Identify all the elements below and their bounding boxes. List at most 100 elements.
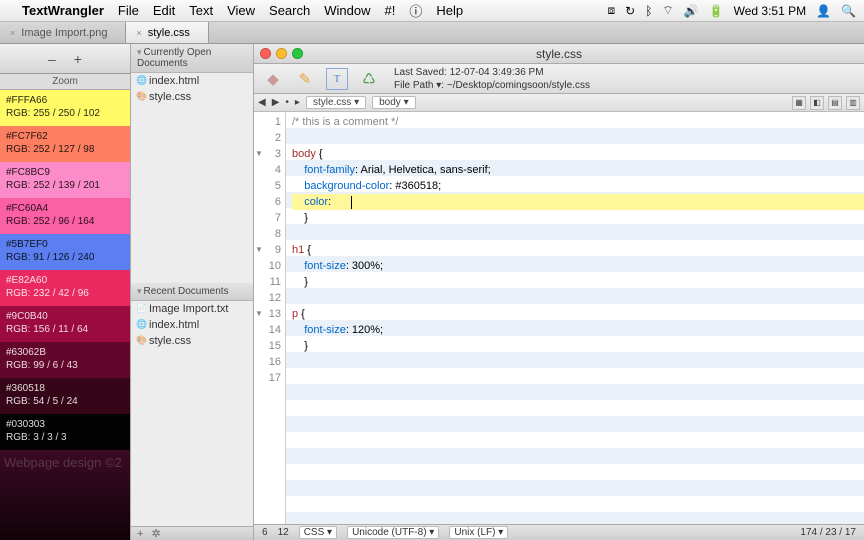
code-line[interactable]: h1 { <box>292 242 864 258</box>
add-button[interactable]: + <box>137 528 143 540</box>
clock[interactable]: Wed 3:51 PM <box>734 4 806 18</box>
color-swatch[interactable]: #FC60A4RGB: 252 / 96 / 164 <box>0 198 130 234</box>
navicon-1[interactable]: ▦ <box>792 96 806 110</box>
status-language[interactable]: CSS ▾ <box>299 526 337 539</box>
nav-back-button[interactable]: ◀ <box>258 97 266 108</box>
user-icon[interactable]: 👤 <box>816 4 831 18</box>
status-bar: 6 12 CSS ▾ Unicode (UTF-8) ▾ Unix (LF) ▾… <box>254 524 864 540</box>
drawer-item[interactable]: index.html <box>131 73 253 89</box>
color-swatch[interactable]: #FC7F62RGB: 252 / 127 / 98 <box>0 126 130 162</box>
code-line[interactable]: color: <box>292 194 864 210</box>
swatch-rgb: RGB: 252 / 96 / 164 <box>6 215 124 228</box>
code-line[interactable] <box>292 290 864 306</box>
menu-text[interactable]: Text <box>189 3 213 18</box>
code-line[interactable]: font-size: 120%; <box>292 322 864 338</box>
color-swatch[interactable]: #5B7EF0RGB: 91 / 126 / 240 <box>0 234 130 270</box>
drawer-item[interactable]: style.css <box>131 333 253 349</box>
menu-edit[interactable]: Edit <box>153 3 175 18</box>
navicon-3[interactable]: ▤ <box>828 96 842 110</box>
close-tab-icon[interactable]: × <box>136 28 141 38</box>
color-swatch[interactable]: #63062BRGB: 99 / 6 / 43 <box>0 342 130 378</box>
drawer-item[interactable]: Image Import.txt <box>131 301 253 317</box>
swatch-hex: #FFFA66 <box>6 94 124 107</box>
menu-file[interactable]: File <box>118 3 139 18</box>
code-area[interactable]: 12▼345678▼9101112▼1314151617 /* this is … <box>254 112 864 524</box>
app-menu[interactable]: TextWrangler <box>22 3 104 18</box>
code-line[interactable]: body { <box>292 146 864 162</box>
swatch-rgb: RGB: 54 / 5 / 24 <box>6 395 124 408</box>
color-swatch[interactable]: #9C0B40RGB: 156 / 11 / 64 <box>0 306 130 342</box>
tab-image-import[interactable]: × Image Import.png <box>0 22 126 43</box>
tab-label: style.css <box>148 27 190 39</box>
close-tab-icon[interactable]: × <box>10 28 15 38</box>
color-swatch[interactable]: #360518RGB: 54 / 5 / 24 <box>0 378 130 414</box>
color-swatch[interactable]: #FC8BC9RGB: 252 / 139 / 201 <box>0 162 130 198</box>
volume-icon[interactable]: 🔊 <box>684 4 699 18</box>
navicon-2[interactable]: ◧ <box>810 96 824 110</box>
menu-view[interactable]: View <box>227 3 255 18</box>
zoom-window-button[interactable] <box>292 48 303 59</box>
navicon-4[interactable]: ▥ <box>846 96 860 110</box>
swatch-rgb: RGB: 232 / 42 / 96 <box>6 287 124 300</box>
drawer-footer: + ✲ <box>131 526 253 540</box>
check-syntax-icon[interactable]: ♺ <box>358 68 380 90</box>
nav-marker[interactable]: • <box>285 97 289 108</box>
color-swatch[interactable]: #030303RGB: 3 / 3 / 3 <box>0 414 130 450</box>
swatch-rgb: RGB: 156 / 11 / 64 <box>6 323 124 336</box>
code-line[interactable]: } <box>292 210 864 226</box>
text-options-icon[interactable]: T <box>326 68 348 90</box>
color-swatch[interactable]: #FFFA66RGB: 255 / 250 / 102 <box>0 90 130 126</box>
menu-help[interactable]: Help <box>436 3 463 18</box>
gear-button[interactable]: ✲ <box>151 527 160 540</box>
swatch-hex: #63062B <box>6 346 124 359</box>
zoom-in-button[interactable]: + <box>74 51 82 67</box>
swatch-hex: #360518 <box>6 382 124 395</box>
code-lines[interactable]: /* this is a comment */ body { font-famil… <box>286 112 864 524</box>
code-line[interactable]: background-color: #360518; <box>292 178 864 194</box>
code-line[interactable] <box>292 130 864 146</box>
menu-shebang[interactable]: #! <box>384 3 395 18</box>
zoom-out-button[interactable]: – <box>48 51 56 67</box>
code-line[interactable]: p { <box>292 306 864 322</box>
code-line[interactable] <box>292 354 864 370</box>
code-line[interactable]: font-family: Arial, Helvetica, sans-seri… <box>292 162 864 178</box>
menu-window[interactable]: Window <box>324 3 370 18</box>
nav-counterpart[interactable]: ▸ <box>295 97 300 108</box>
code-line[interactable]: } <box>292 274 864 290</box>
code-line[interactable]: font-size: 300%; <box>292 258 864 274</box>
editor-navbar: ◀ ▶ • ▸ style.css ▾ body ▾ ▦ ◧ ▤ ▥ <box>254 94 864 112</box>
timemachine-icon[interactable]: ↻ <box>625 4 635 18</box>
status-col: 12 <box>278 527 289 538</box>
nav-file-popup[interactable]: style.css ▾ <box>306 96 366 109</box>
status-encoding[interactable]: Unicode (UTF-8) ▾ <box>347 526 439 539</box>
macos-menubar: TextWrangler File Edit Text View Search … <box>0 0 864 22</box>
image-preview-area: Webpage design ©2 <box>0 450 130 540</box>
close-window-button[interactable] <box>260 48 271 59</box>
file-path-label: File Path ▾: <box>394 80 444 91</box>
code-line[interactable]: /* this is a comment */ <box>292 114 864 130</box>
nav-symbol-popup[interactable]: body ▾ <box>372 96 416 109</box>
minimize-window-button[interactable] <box>276 48 287 59</box>
code-line[interactable] <box>292 226 864 242</box>
swatch-hex: #FC7F62 <box>6 130 124 143</box>
bluetooth-icon[interactable]: ᛒ <box>645 4 652 18</box>
last-saved-label: Last Saved: <box>394 67 447 78</box>
code-line[interactable] <box>292 370 864 386</box>
status-line-endings[interactable]: Unix (LF) ▾ <box>449 526 508 539</box>
color-swatch[interactable]: #E82A60RGB: 232 / 42 / 96 <box>0 270 130 306</box>
swatch-hex: #030303 <box>6 418 124 431</box>
doc-state-icon[interactable]: ◆ <box>262 68 284 90</box>
battery-icon[interactable]: 🔋 <box>709 4 724 18</box>
wifi-icon[interactable]: ⌔ <box>662 3 673 18</box>
menu-search[interactable]: Search <box>269 3 310 18</box>
pencil-icon[interactable]: ✎ <box>294 68 316 90</box>
spotlight-icon[interactable]: 🔍 <box>841 4 856 18</box>
drawer-item[interactable]: index.html <box>131 317 253 333</box>
menu-scripts[interactable]: ⓘ <box>409 1 422 20</box>
drawer-item[interactable]: style.css <box>131 89 253 105</box>
tab-style-css[interactable]: × style.css <box>126 22 208 43</box>
dropbox-icon[interactable]: ⧈ <box>608 3 616 18</box>
nav-fwd-button[interactable]: ▶ <box>272 97 280 108</box>
status-counts: 174 / 23 / 17 <box>800 527 856 538</box>
code-line[interactable]: } <box>292 338 864 354</box>
